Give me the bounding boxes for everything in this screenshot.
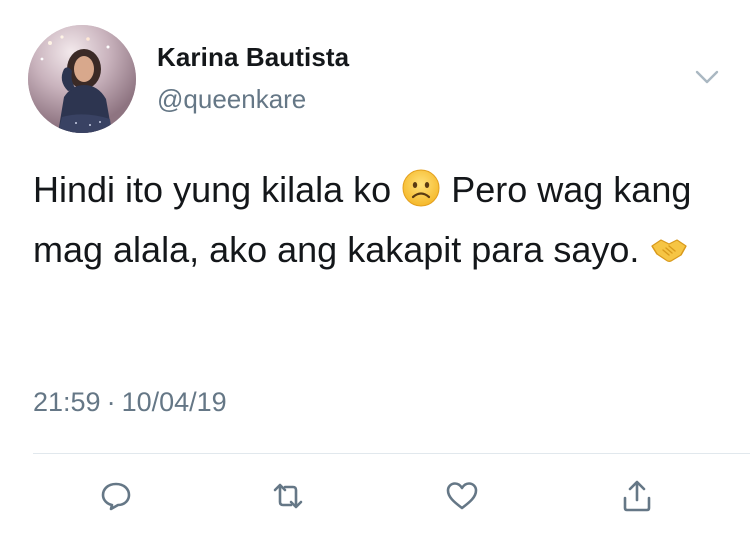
handshake-emoji: [649, 228, 689, 268]
like-button[interactable]: [444, 478, 480, 514]
retweet-icon: [273, 483, 303, 509]
tweet-timestamp: 21:59 · 10/04/19: [33, 387, 227, 418]
retweet-button[interactable]: [270, 478, 306, 514]
divider: [33, 453, 750, 454]
avatar[interactable]: [28, 25, 136, 133]
timestamp-time: 21:59: [33, 387, 101, 417]
author-handle[interactable]: @queenkare: [157, 84, 306, 115]
frowning-face-emoji: [401, 168, 441, 208]
author-name[interactable]: Karina Bautista: [157, 42, 349, 73]
timestamp-date: 10/04/19: [121, 387, 227, 417]
tweet-card: Karina Bautista @queenkare Hindi ito yun…: [0, 0, 750, 543]
avatar-photo: [28, 25, 136, 133]
share-button[interactable]: [619, 478, 655, 514]
timestamp-separator: ·: [106, 387, 116, 417]
share-icon: [623, 480, 651, 512]
reply-icon: [101, 482, 131, 511]
chevron-down-icon[interactable]: [692, 66, 722, 88]
heart-icon: [446, 482, 478, 510]
reply-button[interactable]: [98, 478, 134, 514]
tweet-text: Hindi ito yung kilala ko Pero wag kang m…: [33, 160, 723, 280]
tweet-text-part-1: Hindi ito yung kilala ko: [33, 169, 402, 210]
